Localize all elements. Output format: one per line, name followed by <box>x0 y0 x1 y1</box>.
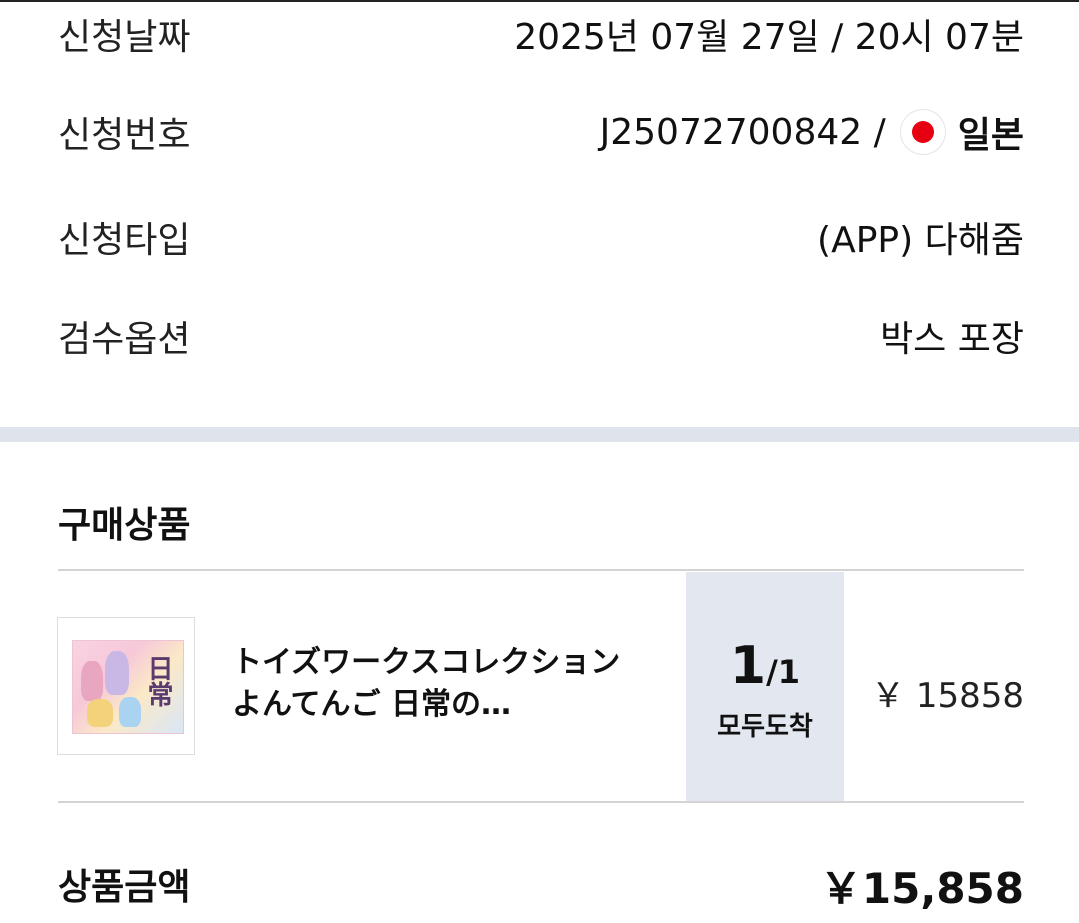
type-label: 신청타입 <box>58 220 191 261</box>
quantity-count: 1/1 <box>686 636 844 696</box>
quantity-received: 1 <box>729 636 767 696</box>
info-row-option: 검수옵션 박스 포장 <box>58 306 1024 366</box>
info-row-date: 신청날짜 2025년 07월 27일 / 20시 07분 <box>58 4 1024 64</box>
quantity-total: /1 <box>766 653 801 691</box>
top-divider <box>0 0 1079 2</box>
arrival-status: 모두도착 <box>717 712 813 742</box>
number-value-group: J25072700842 / 일본 <box>600 106 1024 158</box>
number-label: 신청번호 <box>58 115 191 156</box>
country-name: 일본 <box>957 115 1024 156</box>
date-value: 2025년 07월 27일 / 20시 07분 <box>514 17 1024 58</box>
list-top-divider <box>58 569 1024 571</box>
product-price: ￥ 15858 <box>871 676 1024 716</box>
list-bottom-divider <box>58 801 1024 803</box>
purchase-section-title: 구매상품 <box>58 505 191 546</box>
product-thumbnail[interactable]: 日常 <box>57 617 195 755</box>
info-row-number: 신청번호 J25072700842 / 일본 <box>58 102 1024 162</box>
japan-flag-icon <box>899 109 946 155</box>
info-row-type: 신청타입 (APP) 다해줌 <box>58 207 1024 267</box>
type-value: (APP) 다해줌 <box>817 220 1024 261</box>
section-separator <box>0 427 1079 442</box>
total-label: 상품금액 <box>58 867 191 908</box>
option-label: 검수옵션 <box>58 319 191 360</box>
option-value: 박스 포장 <box>880 319 1024 360</box>
date-label: 신청날짜 <box>58 17 191 58</box>
product-name[interactable]: トイズワークスコレクション よんてんご 日常の… <box>232 642 632 726</box>
application-number: J25072700842 / <box>599 111 886 153</box>
total-value: ￥15,858 <box>819 864 1024 913</box>
